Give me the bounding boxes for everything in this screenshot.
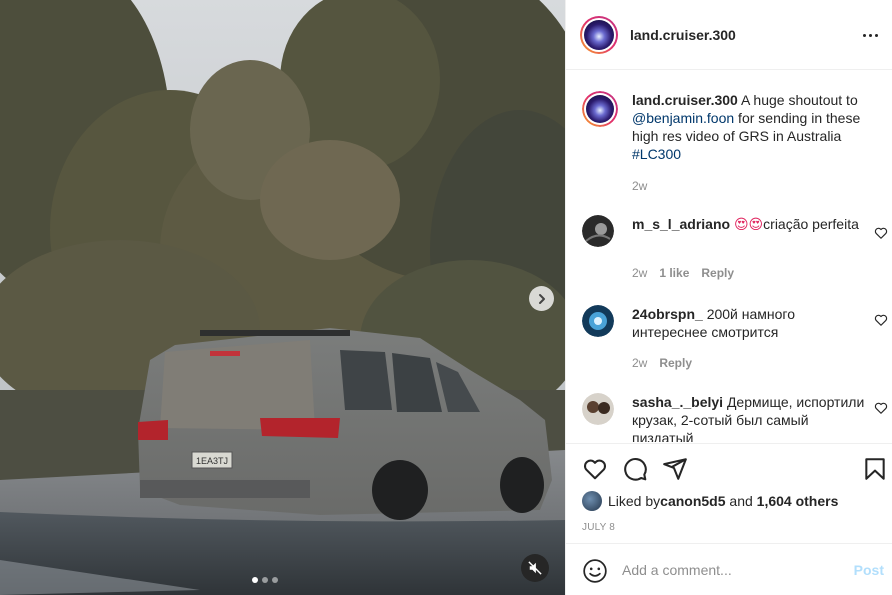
commenter-avatar[interactable] bbox=[582, 305, 614, 337]
heart-icon[interactable] bbox=[874, 313, 888, 327]
license-plate: 1EA3TJ bbox=[196, 456, 228, 466]
comment-time[interactable]: 2w bbox=[632, 356, 647, 370]
video-frame: 1EA3TJ bbox=[0, 0, 565, 595]
carousel-dot bbox=[252, 577, 258, 583]
comment-item: sasha_._belyi Дермище, испортили крузак,… bbox=[582, 393, 888, 442]
more-options-button[interactable] bbox=[858, 24, 882, 46]
comment-time[interactable]: 2w bbox=[632, 266, 647, 280]
post-date[interactable]: JULY 8 bbox=[582, 522, 615, 533]
post-media-video[interactable]: 1EA3TJ bbox=[0, 0, 565, 595]
commenter-username[interactable]: m_s_l_adriano bbox=[632, 216, 730, 232]
carousel-dot bbox=[272, 577, 278, 583]
liker-username[interactable]: canon5d5 bbox=[660, 493, 725, 509]
post-comment-button[interactable]: Post bbox=[854, 562, 884, 578]
comments-list[interactable]: land.cruiser.300 A huge shoutout to @ben… bbox=[566, 71, 892, 442]
caption: land.cruiser.300 A huge shoutout to @ben… bbox=[582, 91, 882, 201]
emoji-icon[interactable] bbox=[582, 558, 608, 584]
comment-emoji: 😍😍 bbox=[733, 216, 764, 232]
author-avatar[interactable] bbox=[580, 15, 618, 54]
bookmark-icon[interactable] bbox=[862, 456, 888, 482]
carousel-next-button[interactable] bbox=[529, 286, 554, 311]
comment-item: 24obrspn_ 200й намного интереснее смотри… bbox=[582, 305, 888, 385]
caption-mention[interactable]: @benjamin.foon bbox=[632, 110, 734, 126]
caption-text: land.cruiser.300 A huge shoutout to @ben… bbox=[632, 91, 872, 163]
comment-body: criação perfeita bbox=[763, 216, 859, 232]
caption-hashtag[interactable]: #LC300 bbox=[632, 146, 681, 162]
comment-text: sasha_._belyi Дермище, испортили крузак,… bbox=[632, 393, 872, 442]
caption-time[interactable]: 2w bbox=[632, 179, 647, 193]
carousel-dot bbox=[262, 577, 268, 583]
reply-button[interactable]: Reply bbox=[659, 356, 692, 370]
mute-toggle-button[interactable] bbox=[521, 554, 549, 582]
carousel-indicator bbox=[252, 577, 278, 583]
comment-icon[interactable] bbox=[622, 456, 648, 482]
caption-avatar[interactable] bbox=[582, 91, 618, 127]
comment-like-count[interactable]: 1 like bbox=[659, 266, 689, 280]
comment-text: m_s_l_adriano 😍😍criação perfeita bbox=[632, 215, 872, 233]
add-comment-bar: Post bbox=[566, 543, 892, 595]
heart-icon[interactable] bbox=[874, 226, 888, 240]
reply-button[interactable]: Reply bbox=[701, 266, 734, 280]
liker-avatar[interactable] bbox=[582, 491, 602, 511]
share-icon[interactable] bbox=[662, 456, 688, 482]
post-sidebar: land.cruiser.300 land.cruiser.300 A huge… bbox=[565, 0, 892, 595]
like-summary: Liked by canon5d5 and 1,604 others bbox=[582, 491, 838, 511]
caption-username[interactable]: land.cruiser.300 bbox=[632, 92, 738, 108]
comment-meta: 2w Reply bbox=[632, 356, 692, 370]
caption-text-part: A huge shoutout to bbox=[737, 92, 858, 108]
comment-input[interactable] bbox=[622, 558, 832, 582]
post-actions: Liked by canon5d5 and 1,604 others JULY … bbox=[566, 443, 892, 543]
commenter-username[interactable]: sasha_._belyi bbox=[632, 394, 723, 410]
commenter-username[interactable]: 24obrspn_ bbox=[632, 306, 703, 322]
speaker-muted-icon bbox=[528, 561, 542, 575]
heart-icon[interactable] bbox=[874, 401, 888, 415]
chevron-right-icon bbox=[538, 293, 545, 304]
commenter-avatar[interactable] bbox=[582, 393, 614, 425]
commenter-avatar[interactable] bbox=[582, 215, 614, 247]
more-horizontal-icon bbox=[862, 33, 866, 37]
post-header: land.cruiser.300 bbox=[566, 0, 892, 70]
comment-text: 24obrspn_ 200й намного интереснее смотри… bbox=[632, 305, 872, 341]
likes-others-link[interactable]: 1,604 others bbox=[757, 493, 839, 509]
likes-middle: and bbox=[725, 493, 757, 509]
comment-item: m_s_l_adriano 😍😍criação perfeita 2w 1 li… bbox=[582, 215, 888, 295]
author-username[interactable]: land.cruiser.300 bbox=[630, 27, 736, 43]
caption-meta: 2w bbox=[632, 179, 647, 193]
comment-meta: 2w 1 like Reply bbox=[632, 266, 734, 280]
likes-prefix: Liked by bbox=[608, 493, 661, 509]
heart-icon[interactable] bbox=[582, 456, 608, 482]
